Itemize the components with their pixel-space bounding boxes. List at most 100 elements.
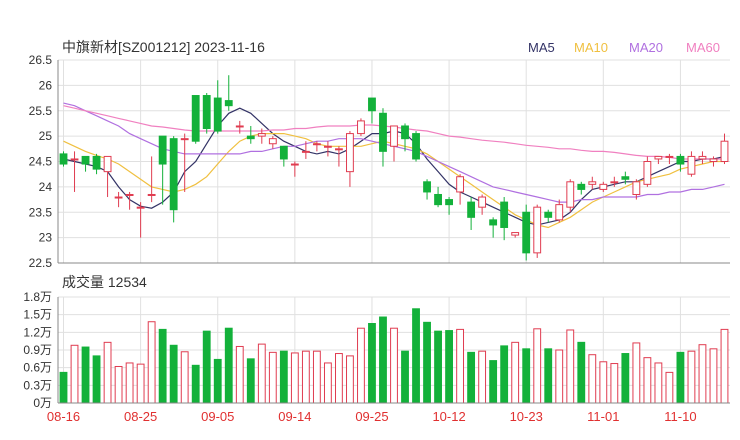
volume-bar [423,321,431,404]
candle [235,120,244,134]
candle-body [709,158,718,162]
candle-body [191,95,200,142]
date-tick-label: 11-01 [587,409,619,424]
date-tick-label: 09-05 [201,409,234,424]
candle-body [665,155,674,158]
candle-body [59,153,68,165]
candle-body [599,183,608,190]
volume-tick-label: 0.9万 [23,343,52,357]
legend-ma60: MA60 [686,40,720,55]
volume-tick-label: 0.6万 [23,361,52,375]
price-tick-label: 24.5 [29,155,53,169]
candle [522,204,531,261]
date-tick-label: 08-16 [47,409,80,424]
candle-body [533,206,542,254]
volume-bar [522,348,531,404]
candle-body [434,193,442,206]
candle [92,153,101,175]
candle [147,156,156,203]
candle-body [279,145,288,160]
candle-body [522,211,531,254]
candle-body [379,112,387,152]
price-tick-label: 22.5 [29,256,53,270]
candle-body [92,155,101,170]
candle [191,95,200,144]
chart-title: 中旗新材[SZ001212] 2023-11-16 [62,39,265,55]
candle-body [312,143,321,146]
volume-bar [533,328,542,404]
candle [346,131,354,187]
volume-bar [456,328,465,404]
candle [59,151,68,167]
candle [588,176,597,190]
candle [456,174,465,205]
candle-body [246,135,255,140]
candle-body [213,97,222,132]
candle-body [544,211,553,218]
volume-tick-label: 1.2万 [23,325,52,339]
volume-bar [158,328,167,404]
candle [500,197,509,241]
volume-bar [445,330,453,404]
candle-body [147,193,156,196]
candle [158,135,167,205]
volume-bar [555,349,564,404]
volume-bar [301,350,310,404]
candle [390,125,398,162]
volume-bar [312,350,321,404]
volume-bar [213,358,222,404]
candle [643,156,652,187]
candle [423,179,431,200]
date-tick-label: 08-25 [124,409,157,424]
volume-bar [676,351,685,404]
volume-bar [114,365,123,404]
candle-body [401,125,409,140]
volume-bar [390,327,398,404]
date-tick-label: 09-14 [278,409,311,424]
candle [368,97,376,124]
volume-bar [511,341,520,404]
volume-bar [136,363,145,404]
date-tick-label: 11-10 [664,409,696,424]
candle-body [323,145,332,148]
volume-bar [621,353,630,404]
candle [511,232,520,238]
candle-body [114,196,123,199]
volume-bar [379,316,387,404]
volume-bar [434,330,442,404]
candle-body [676,155,685,165]
volume-bar [202,330,211,404]
candle [577,181,586,195]
volume-bar [709,348,718,404]
candle [599,181,608,192]
volume-title: 成交量 12534 [62,274,147,290]
candle-body [566,181,575,208]
volume-bar [610,363,619,404]
candle [268,136,277,149]
candle [665,153,674,165]
candle [698,151,707,165]
volume-bar [401,350,409,404]
candle-body [467,201,476,218]
candle-body [632,181,641,195]
volume-bar [654,362,663,404]
legend-ma10: MA10 [574,40,608,55]
candle-body [346,133,354,173]
volume-bar [643,357,652,404]
candle-body [423,181,431,193]
candle-body [720,140,729,162]
volume-bar [577,341,586,404]
candle [379,108,387,167]
volume-bar [290,352,299,404]
candlestick-series [59,75,729,261]
volume-bar [346,355,354,404]
volume-bar [70,344,79,404]
candle [213,80,222,134]
candle-body [125,193,134,196]
volume-bar [478,350,487,404]
candle-body [158,135,167,165]
candle [169,136,178,223]
volume-bar [720,328,729,404]
volume-bar [599,361,608,404]
candle-body [654,155,663,160]
